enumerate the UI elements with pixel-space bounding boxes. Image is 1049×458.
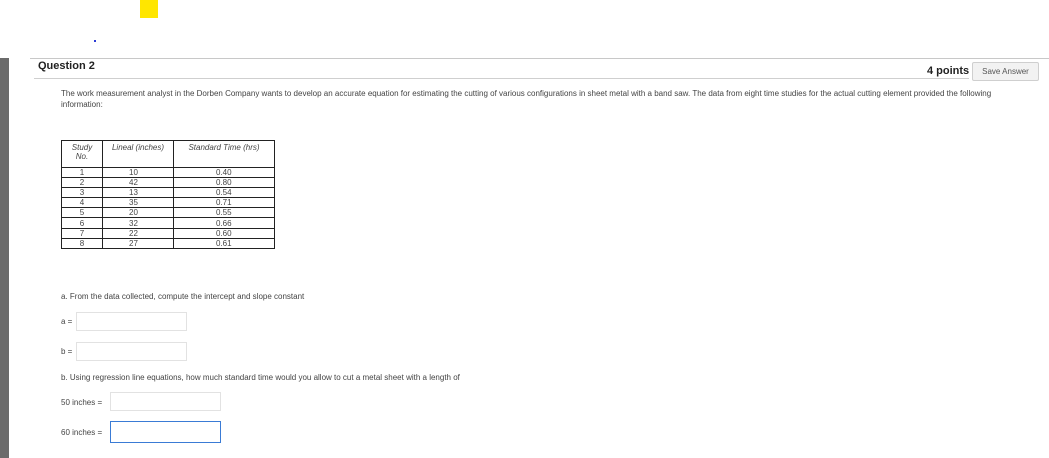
standard-time-cell: 0.54 [173, 187, 275, 199]
table-row: 2 42 0.80 [61, 177, 275, 189]
header-study-no: Study No. [61, 140, 103, 168]
points-label: 4 points [927, 65, 970, 77]
table-row: 8 27 0.61 [61, 237, 275, 249]
header-underline [34, 78, 969, 79]
standard-time-cell: 0.40 [173, 166, 275, 179]
lineal-cell: 32 [102, 217, 174, 229]
a-answer-input[interactable] [76, 312, 187, 331]
table-row: 4 35 0.71 [61, 197, 275, 209]
standard-time-cell: 0.71 [173, 197, 275, 209]
standard-time-cell: 0.66 [173, 217, 275, 229]
table-row: 5 20 0.55 [61, 207, 275, 219]
60-inches-answer-input[interactable] [110, 421, 221, 443]
study-no-cell: 1 [61, 166, 103, 179]
study-no-cell: 7 [61, 227, 103, 239]
a-label: a = [61, 317, 73, 326]
part-b-text: b. Using regression line equations, how … [61, 373, 460, 382]
save-answer-button[interactable]: Save Answer [972, 62, 1039, 81]
study-no-cell: 6 [61, 217, 103, 229]
standard-time-cell: 0.80 [173, 177, 275, 189]
table-row: 1 10 0.40 [61, 166, 275, 179]
question-title: Question 2 [38, 60, 95, 72]
study-no-cell: 5 [61, 207, 103, 219]
standard-time-cell: 0.61 [173, 237, 275, 249]
top-divider [30, 58, 1049, 59]
lineal-cell: 10 [102, 166, 174, 179]
study-no-cell: 2 [61, 177, 103, 189]
b-label: b = [61, 347, 73, 356]
table-row: 7 22 0.60 [61, 227, 275, 239]
study-no-cell: 4 [61, 197, 103, 209]
lineal-cell: 20 [102, 207, 174, 219]
study-no-cell: 8 [61, 237, 103, 249]
standard-time-cell: 0.60 [173, 227, 275, 239]
50-inches-answer-input[interactable] [110, 392, 221, 411]
table-header-row: Study No. Lineal (inches) Standard Time … [61, 140, 275, 168]
study-no-cell: 3 [61, 187, 103, 199]
60-inches-label: 60 inches = [61, 428, 103, 437]
b-answer-input[interactable] [76, 342, 187, 361]
time-study-table: Study No. Lineal (inches) Standard Time … [61, 140, 275, 249]
lineal-cell: 35 [102, 197, 174, 209]
lineal-cell: 42 [102, 177, 174, 189]
cursor-dot [94, 40, 96, 42]
yellow-marker [140, 0, 158, 18]
part-a-text: a. From the data collected, compute the … [61, 292, 305, 301]
left-sidebar-bar [0, 58, 9, 458]
table-row: 3 13 0.54 [61, 187, 275, 199]
table-row: 6 32 0.66 [61, 217, 275, 229]
header-lineal: Lineal (inches) [102, 140, 174, 168]
header-standard-time: Standard Time (hrs) [173, 140, 275, 168]
lineal-cell: 13 [102, 187, 174, 199]
standard-time-cell: 0.55 [173, 207, 275, 219]
question-prompt: The work measurement analyst in the Dorb… [61, 89, 992, 109]
lineal-cell: 27 [102, 237, 174, 249]
50-inches-label: 50 inches = [61, 398, 103, 407]
lineal-cell: 22 [102, 227, 174, 239]
